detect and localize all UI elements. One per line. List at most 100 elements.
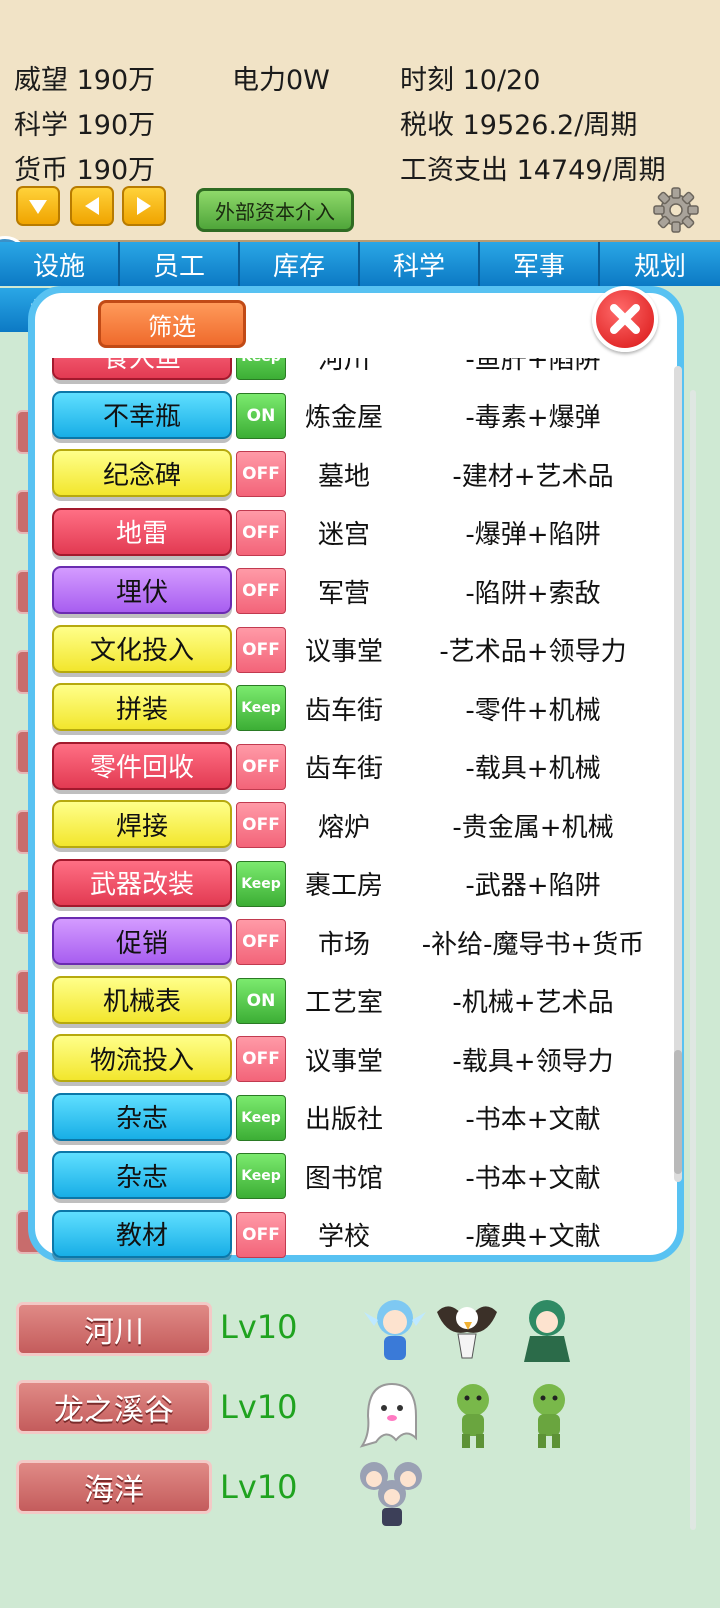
tab-science[interactable]: 科学	[360, 242, 480, 286]
list-item: 不幸瓶 ON 炼金屋 -毒素+爆弹	[50, 385, 678, 443]
effect-text: -载具+领导力	[452, 1046, 614, 1077]
page-scrollbar[interactable]	[690, 390, 696, 1530]
science-stat: 科学 190万	[14, 110, 156, 141]
skill-button[interactable]: 教材	[52, 1209, 232, 1258]
effect-text: -书本+文献	[465, 1105, 601, 1135]
list-item: 武器改装 Keep 裹工房 -武器+陷阱	[50, 853, 678, 911]
facility-name: 市场	[317, 929, 370, 960]
facility-name: 学校	[317, 1222, 370, 1252]
state-toggle[interactable]: OFF	[236, 919, 286, 965]
effect-text: -建材+艺术品	[452, 461, 614, 492]
arrow-down-icon	[29, 200, 47, 214]
effect-text: -武器+陷阱	[465, 871, 601, 901]
character-goblin-icon	[533, 1384, 565, 1448]
list-item: 食人鱼Keep 河川 -鱼肝+陷阱	[50, 358, 678, 384]
tab-facilities[interactable]: 设施	[0, 242, 120, 286]
skill-button[interactable]: 促销	[52, 917, 232, 965]
effect-text: -毒素+爆弹	[465, 403, 601, 433]
effect-text: -魔典+文献	[465, 1222, 601, 1252]
tab-planning[interactable]: 规划	[600, 242, 720, 286]
state-toggle[interactable]: Keep	[236, 685, 286, 731]
skill-button[interactable]: 拼装	[52, 683, 232, 731]
list-item: 焊接 OFF 熔炉 -贵金属+机械	[50, 794, 678, 852]
status-header: 威望 190万 电力0W 时刻 10/20 科学 190万 税收 19526.2…	[0, 0, 720, 243]
list-item: 机械表 ON 工艺室 -机械+艺术品	[50, 970, 678, 1028]
skill-button[interactable]: 文化投入	[52, 624, 232, 673]
state-toggle[interactable]: ON	[236, 392, 286, 439]
list-item: 埋伏 OFF 军营 -陷阱+索敌	[50, 560, 678, 618]
skill-button[interactable]: 埋伏	[52, 566, 232, 614]
effect-text: -鱼肝+陷阱	[465, 358, 601, 375]
character-goblin-icon	[457, 1384, 489, 1448]
skill-button[interactable]: 物流投入	[52, 1034, 232, 1082]
list-item: 教材 OFF 学校 -魔典+文献	[50, 1204, 678, 1261]
tab-inventory[interactable]: 库存	[240, 242, 360, 286]
wages-stat: 工资支出 14749/周期	[400, 155, 666, 186]
facility-name: 裹工房	[304, 871, 383, 901]
skill-button[interactable]: 机械表	[52, 975, 232, 1024]
close-button[interactable]	[592, 286, 658, 352]
state-toggle[interactable]: Keep	[236, 860, 286, 907]
tab-staff[interactable]: 员工	[120, 242, 240, 286]
skill-button[interactable]: 地雷	[52, 507, 232, 556]
state-toggle[interactable]: OFF	[236, 1036, 286, 1082]
location-level: Lv10	[220, 1308, 298, 1346]
facility-name: 齿车街	[304, 754, 383, 784]
external-capital-button[interactable]: 外部资本介入	[196, 188, 354, 232]
effect-text: -贵金属+机械	[452, 812, 614, 843]
list-item: 纪念碑 OFF 墓地 -建材+艺术品	[50, 443, 678, 501]
effect-text: -陷阱+索敌	[465, 578, 601, 609]
arrow-right-button[interactable]	[122, 186, 166, 226]
state-toggle[interactable]: OFF	[236, 451, 286, 497]
arrow-down-button[interactable]	[16, 186, 60, 226]
state-toggle[interactable]: OFF	[236, 568, 286, 614]
list-item: 杂志 Keep 图书馆 -书本+文献	[50, 1145, 678, 1203]
arrow-left-button[interactable]	[70, 186, 114, 226]
arrow-right-icon	[137, 197, 151, 215]
character-maid-group-icon	[360, 1462, 422, 1526]
skill-button[interactable]: 零件回收	[52, 741, 232, 790]
close-icon	[610, 304, 640, 334]
tab-military[interactable]: 军事	[480, 242, 600, 286]
list-item: 拼装 Keep 齿车街 -零件+机械	[50, 677, 678, 735]
gear-icon[interactable]	[652, 186, 700, 234]
effect-text: -爆弹+陷阱	[465, 520, 601, 550]
location-level: Lv10	[220, 1388, 298, 1426]
character-eagle-icon	[437, 1306, 497, 1359]
skill-button[interactable]: 焊接	[52, 800, 232, 848]
state-toggle[interactable]: OFF	[236, 802, 286, 848]
state-toggle[interactable]: Keep	[236, 1094, 286, 1141]
facility-name: 熔炉	[317, 812, 370, 843]
effect-text: -书本+文献	[465, 1163, 601, 1194]
state-toggle[interactable]: Keep	[236, 1153, 286, 1199]
skill-button[interactable]: 武器改装	[52, 858, 232, 907]
tax-stat: 税收 19526.2/周期	[400, 110, 638, 141]
state-toggle[interactable]: OFF	[236, 626, 286, 673]
list-item: 文化投入 OFF 议事堂 -艺术品+领导力	[50, 619, 678, 677]
list-item: 物流投入 OFF 议事堂 -载具+领导力	[50, 1028, 678, 1086]
filter-button[interactable]: 筛选	[98, 300, 246, 348]
state-toggle[interactable]: OFF	[236, 1211, 286, 1258]
skill-button[interactable]: 不幸瓶	[52, 390, 232, 439]
list-item: 零件回收 OFF 齿车街 -载具+机械	[50, 736, 678, 794]
facility-name: 军营	[317, 578, 370, 609]
skill-button[interactable]: 纪念碑	[52, 449, 232, 497]
skill-button[interactable]: 食人鱼	[52, 358, 232, 380]
location-button-ocean[interactable]: 海洋	[16, 1460, 212, 1514]
state-toggle[interactable]: OFF	[236, 509, 286, 556]
character-ice-fairy-icon	[364, 1300, 426, 1360]
facility-name: 图书馆	[304, 1163, 383, 1194]
facility-name: 河川	[317, 358, 370, 375]
facility-name: 炼金屋	[304, 403, 383, 433]
character-ghost-icon	[359, 1382, 417, 1448]
effect-text: -零件+机械	[465, 695, 601, 726]
state-toggle[interactable]: Keep	[236, 358, 286, 380]
skill-button[interactable]: 杂志	[52, 1151, 232, 1199]
state-toggle[interactable]: OFF	[236, 743, 286, 790]
location-button-river[interactable]: 河川	[16, 1302, 212, 1356]
power-stat: 电力0W	[232, 65, 330, 96]
currency-stat: 货币 190万	[14, 155, 156, 186]
state-toggle[interactable]: ON	[236, 977, 286, 1024]
location-button-dragon-valley[interactable]: 龙之溪谷	[16, 1380, 212, 1434]
skill-button[interactable]: 杂志	[52, 1092, 232, 1141]
